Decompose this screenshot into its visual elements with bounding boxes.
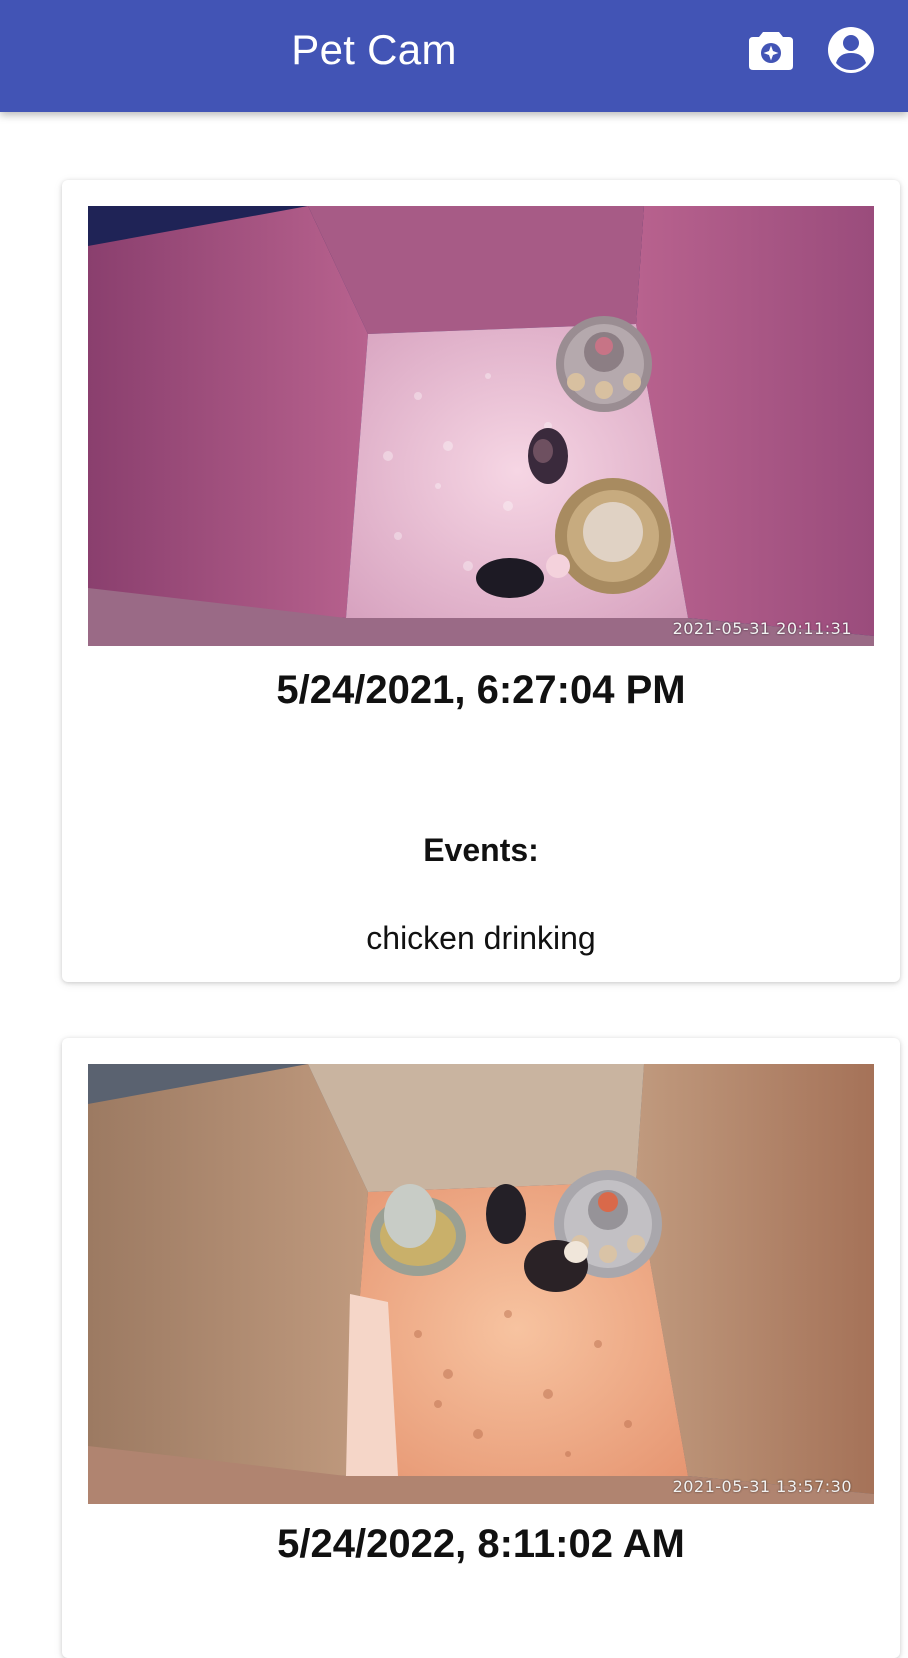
app-bar: Pet Cam bbox=[0, 0, 908, 112]
snapshot-photo[interactable]: 2021-05-31 13:57:30 bbox=[88, 1064, 874, 1504]
camera-timestamp: 2021-05-31 13:57:30 bbox=[672, 1477, 852, 1496]
snapshot-date: 5/24/2022, 8:11:02 AM bbox=[277, 1522, 685, 1566]
take-photo-button[interactable] bbox=[743, 22, 799, 78]
events-heading: Events: bbox=[423, 832, 539, 868]
brooder-photo-image bbox=[88, 1064, 874, 1504]
brooder-photo-image bbox=[88, 206, 874, 646]
event-label: chicken drinking bbox=[366, 920, 596, 956]
account-circle-icon bbox=[828, 27, 874, 73]
camera-timestamp: 2021-05-31 20:11:31 bbox=[672, 619, 852, 638]
app-title: Pet Cam bbox=[291, 26, 457, 73]
snapshot-card[interactable]: 2021-05-31 13:57:30 5/24/2022, 8:11:02 A… bbox=[62, 1038, 900, 1658]
account-button[interactable] bbox=[823, 22, 879, 78]
snapshot-photo[interactable]: 2021-05-31 20:11:31 bbox=[88, 206, 874, 646]
snapshot-feed: 2021-05-31 20:11:31 5/24/2021, 6:27:04 P… bbox=[0, 112, 908, 1658]
snapshot-date: 5/24/2021, 6:27:04 PM bbox=[276, 668, 686, 712]
snapshot-card[interactable]: 2021-05-31 20:11:31 5/24/2021, 6:27:04 P… bbox=[62, 180, 900, 982]
add-photo-camera-icon bbox=[749, 32, 793, 70]
